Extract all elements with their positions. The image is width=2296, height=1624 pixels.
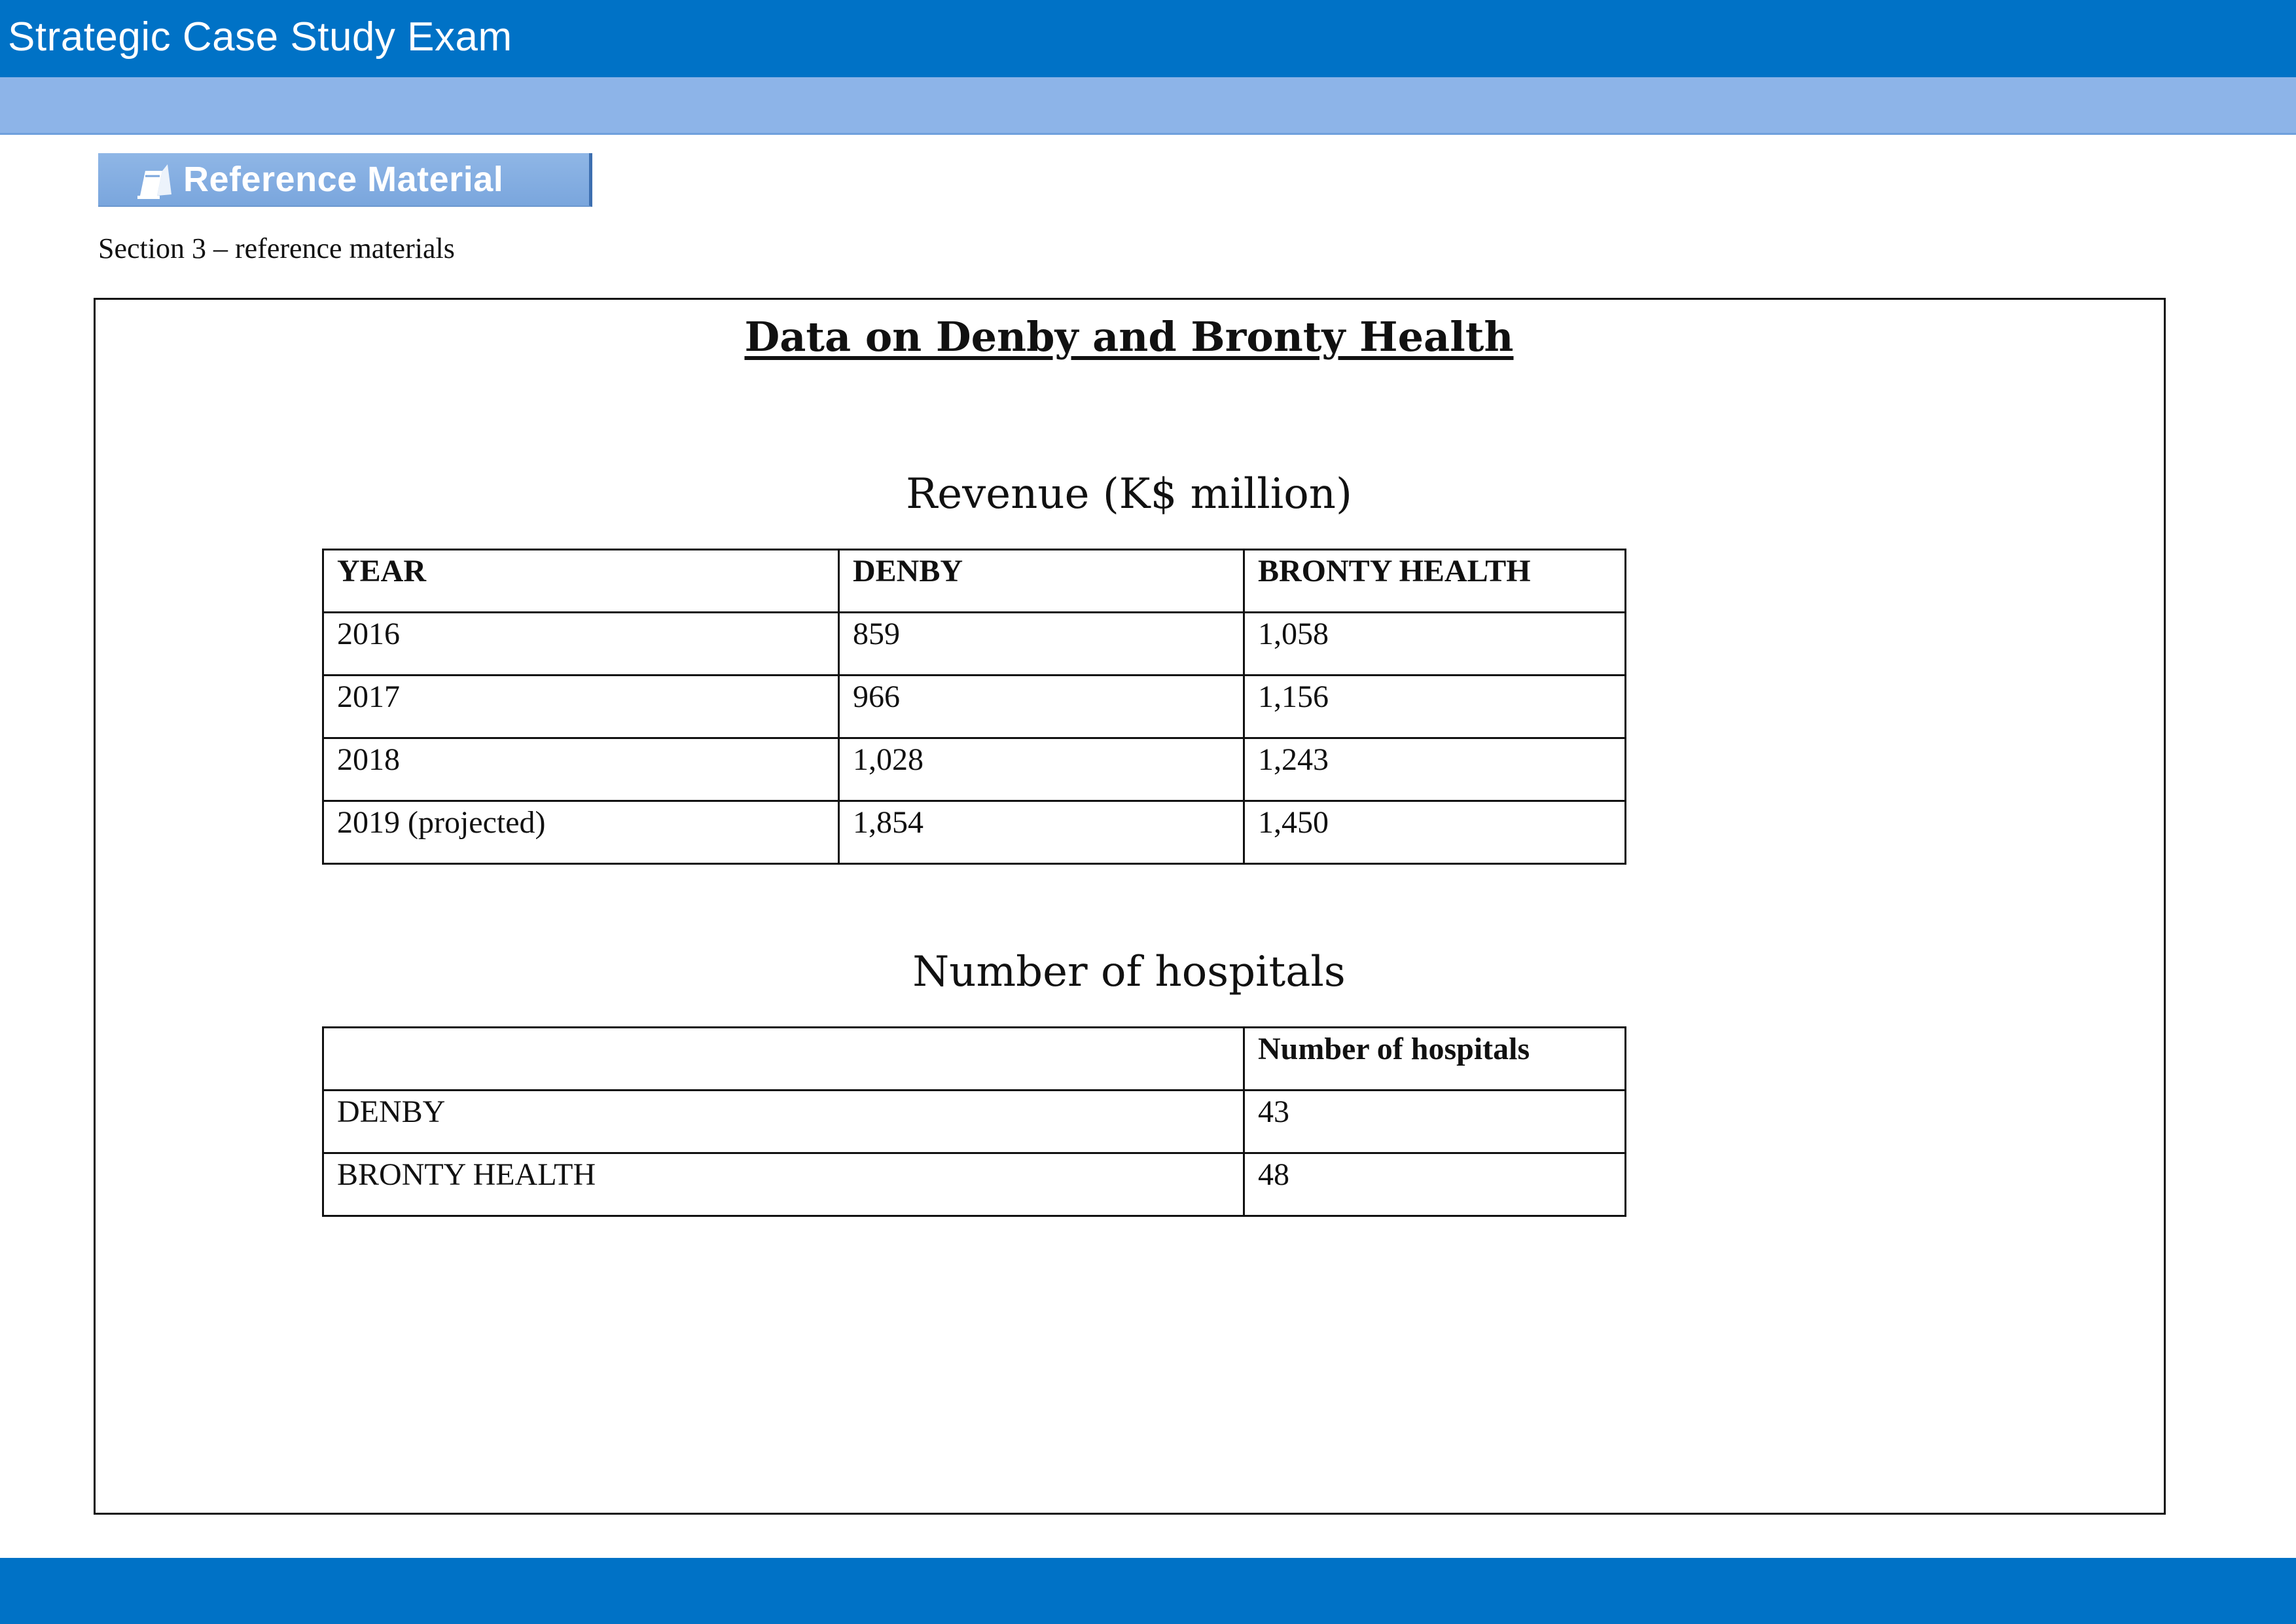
header-cell-number-of-hospitals: Number of hospitals [1243, 1026, 1626, 1091]
table-header-row: YEAR DENBY BRONTY HEALTH [322, 549, 1626, 613]
table-header-row: Number of hospitals [322, 1026, 1626, 1091]
footer-bar [0, 1558, 2296, 1624]
table-cell: 1,028 [838, 737, 1245, 802]
table-cell: 966 [838, 674, 1245, 739]
revenue-table-caption: Revenue (K$ million) [906, 470, 1352, 518]
table-cell: 2017 [322, 674, 840, 739]
app-title: Strategic Case Study Exam [8, 14, 512, 60]
hospitals-table-caption: Number of hospitals [912, 948, 1346, 996]
table-cell: 2018 [322, 737, 840, 802]
revenue-table: YEAR DENBY BRONTY HEALTH 2016 859 1,058 … [322, 549, 1626, 865]
table-cell: 1,854 [838, 800, 1245, 865]
section-label: Section 3 – reference materials [98, 232, 455, 264]
table-cell: 1,156 [1243, 674, 1626, 739]
reference-book-icon [137, 164, 171, 199]
hospitals-table: Number of hospitals DENBY 43 BRONTY HEAL… [322, 1026, 1626, 1217]
table-cell: 2016 [322, 611, 840, 676]
table-row: 2018 1,028 1,243 [322, 737, 1626, 802]
table-cell: 1,058 [1243, 611, 1626, 676]
table-cell: 43 [1243, 1089, 1626, 1154]
table-cell: 1,450 [1243, 800, 1626, 865]
table-cell: DENBY [322, 1089, 1245, 1154]
header-cell-empty [322, 1026, 1245, 1091]
title-bar: Strategic Case Study Exam [0, 0, 2296, 77]
table-cell: 48 [1243, 1152, 1626, 1217]
table-cell: 859 [838, 611, 1245, 676]
reference-material-label: Reference Material [183, 160, 504, 199]
table-row: 2017 966 1,156 [322, 674, 1626, 739]
document-title: Data on Denby and Bronty Health [744, 313, 1514, 361]
table-row: 2016 859 1,058 [322, 611, 1626, 676]
table-cell: BRONTY HEALTH [322, 1152, 1245, 1217]
table-row: DENBY 43 [322, 1089, 1626, 1154]
table-cell: 1,243 [1243, 737, 1626, 802]
table-row: BRONTY HEALTH 48 [322, 1152, 1626, 1217]
reference-material-button[interactable]: Reference Material [98, 153, 592, 207]
header-cell-denby: DENBY [838, 549, 1245, 613]
table-row: 2019 (projected) 1,854 1,450 [322, 800, 1626, 865]
header-cell-bronty: BRONTY HEALTH [1243, 549, 1626, 613]
header-cell-year: YEAR [322, 549, 840, 613]
table-cell: 2019 (projected) [322, 800, 840, 865]
toolbar [0, 77, 2296, 135]
